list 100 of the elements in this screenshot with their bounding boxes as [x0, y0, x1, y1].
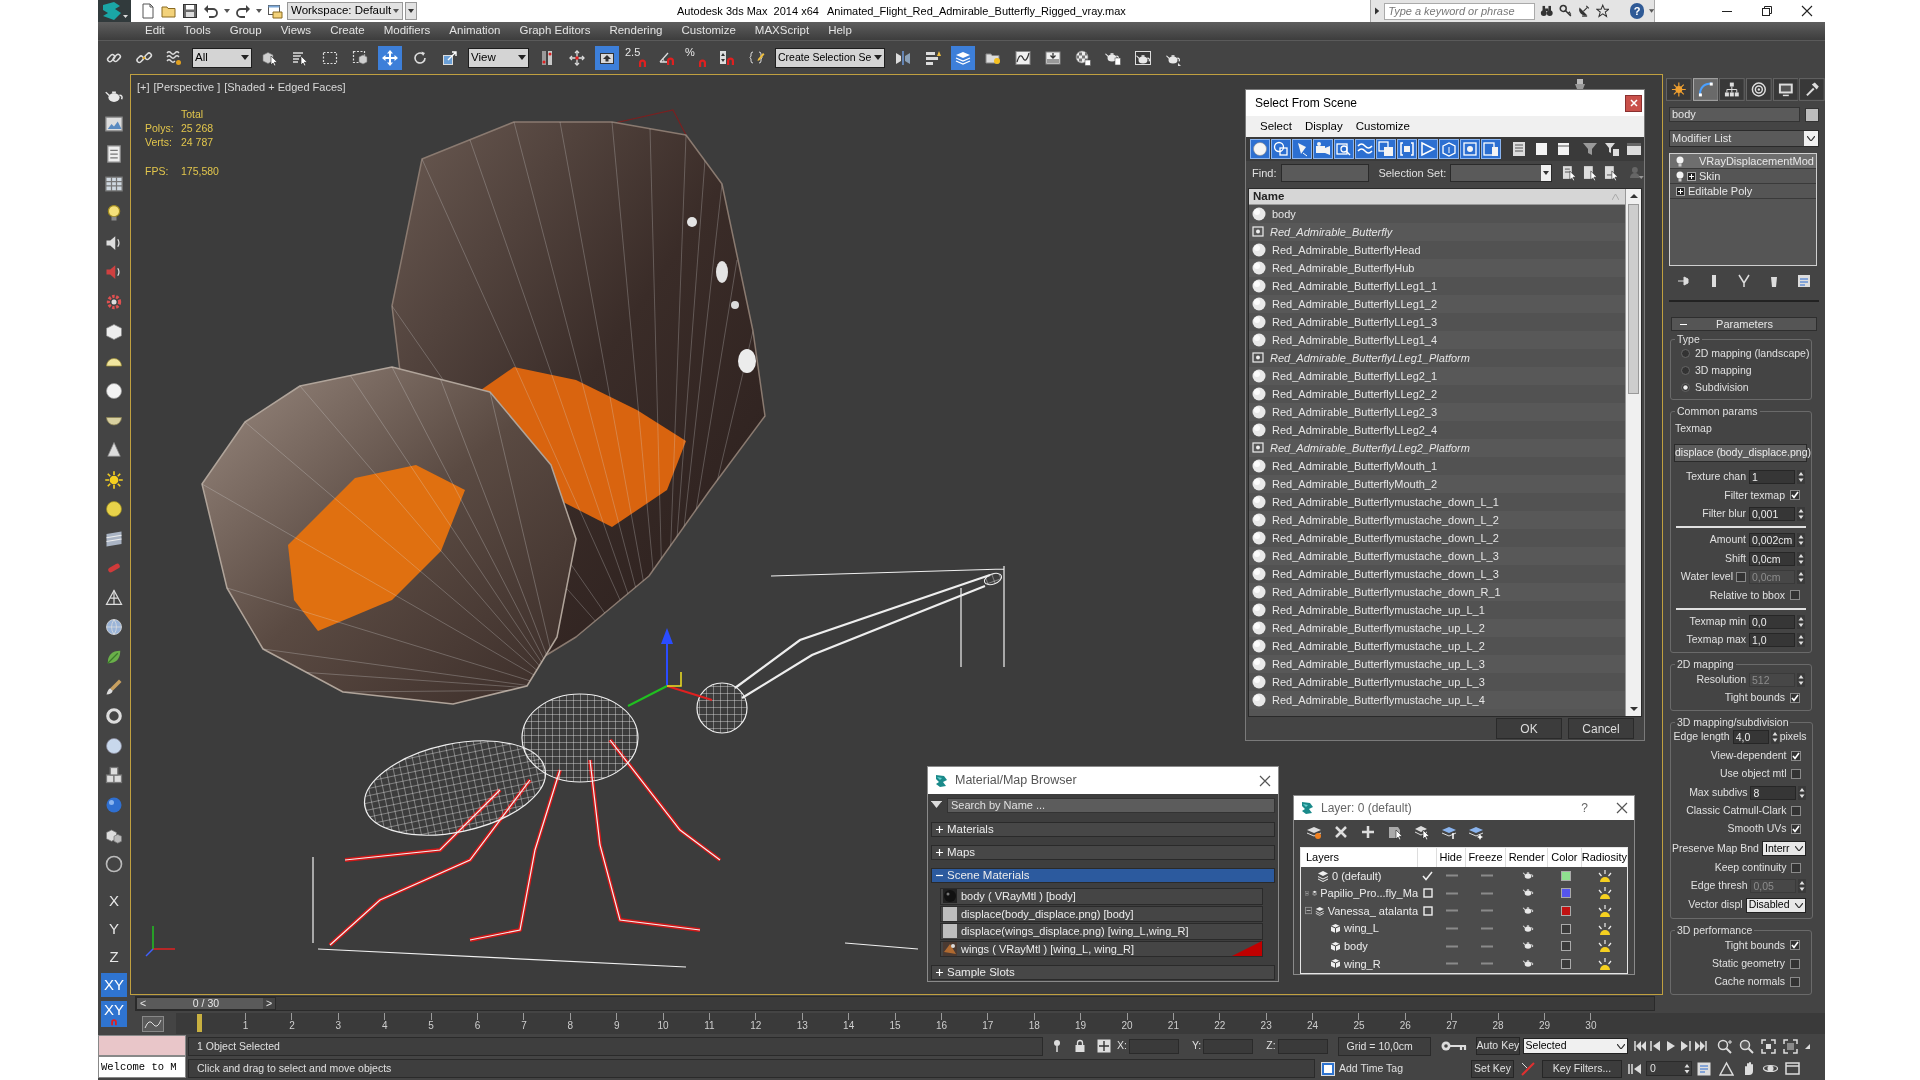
minus-box-icon[interactable] — [1305, 906, 1313, 916]
hierarchy-icon[interactable] — [1719, 78, 1745, 101]
grid-window-icon[interactable] — [104, 173, 124, 194]
restore-icon[interactable] — [1761, 5, 1773, 17]
nested-square-icon[interactable] — [1321, 1061, 1335, 1076]
light-bulb-icon[interactable] — [1676, 155, 1684, 167]
dash-icon[interactable] — [1445, 927, 1458, 931]
spinner-arrows-icon[interactable] — [1797, 533, 1805, 548]
app-logo-icon[interactable] — [98, 0, 131, 22]
spinner-arrows-icon[interactable] — [1797, 470, 1805, 485]
caret-icon[interactable] — [1375, 7, 1380, 15]
spinner-arrows-icon[interactable] — [1798, 879, 1807, 894]
hexagon-outline-icon[interactable] — [1439, 139, 1459, 159]
modifier-stack-item[interactable]: Editable Poly — [1670, 184, 1816, 199]
page-cursor-icon[interactable] — [1602, 165, 1619, 181]
axis-constraint-button[interactable]: Y — [101, 917, 127, 942]
material-item[interactable]: displace(wings_displace.png) [wing_L,wing_R] — [940, 923, 1263, 940]
skip-to-end-icon[interactable] — [1693, 1040, 1707, 1052]
padlock-icon[interactable] — [1074, 1039, 1086, 1053]
script-input-field[interactable] — [98, 1035, 186, 1056]
sphere-icon[interactable] — [104, 380, 124, 401]
lamp-rays-icon[interactable] — [1597, 939, 1613, 954]
axis-constraint-button[interactable]: X — [101, 889, 127, 914]
checkbox[interactable] — [1790, 490, 1800, 501]
dash-icon[interactable] — [1480, 891, 1493, 895]
color-swatch[interactable] — [1561, 870, 1571, 881]
layer-sparkle-icon[interactable] — [1468, 824, 1484, 840]
modifier-list-dropdown[interactable]: Modifier List — [1669, 130, 1819, 147]
close-button[interactable] — [1625, 94, 1642, 112]
pin-icon[interactable] — [1051, 1039, 1063, 1053]
dash-icon[interactable] — [1480, 874, 1493, 878]
skip-to-start-icon[interactable] — [1633, 1040, 1647, 1052]
menu-item[interactable]: Views — [280, 22, 312, 40]
plus-box-icon[interactable] — [1687, 171, 1696, 181]
dropdown[interactable]: Disabled — [1745, 897, 1807, 913]
color-swatch[interactable] — [1561, 958, 1571, 969]
bracket-square-icon[interactable] — [1397, 139, 1417, 159]
frame-corners-icon[interactable] — [1782, 1038, 1798, 1054]
menu-item[interactable]: Customize — [1355, 117, 1410, 136]
color-swatch[interactable] — [1561, 888, 1571, 899]
layer-name[interactable]: Papilio_Pro...fly_Ma — [1320, 885, 1418, 902]
axis-constraint-button[interactable]: XY — [101, 973, 127, 998]
lamp-rays-icon[interactable] — [1597, 868, 1613, 883]
light-bulb-icon[interactable] — [1676, 170, 1684, 182]
circle-icon[interactable] — [104, 854, 124, 875]
list-window-icon[interactable] — [1697, 1061, 1711, 1076]
frame-corners-icon[interactable] — [1760, 1038, 1776, 1054]
checkbox[interactable] — [1790, 590, 1800, 601]
dash-icon[interactable] — [1445, 874, 1458, 878]
cone-icon[interactable] — [104, 439, 124, 460]
set-key-button[interactable]: Set Key — [1471, 1059, 1514, 1078]
list-lines-icon[interactable] — [1511, 141, 1527, 157]
curve-graph-icon[interactable] — [142, 1015, 164, 1032]
next-frame-button[interactable]: > — [263, 998, 275, 1009]
step-back-icon[interactable] — [1648, 1040, 1662, 1052]
current-frame-field[interactable]: 0 — [1646, 1061, 1692, 1076]
snap-toggle-button[interactable]: % — [685, 45, 709, 70]
help-button[interactable]: ? — [1630, 3, 1644, 19]
column-header[interactable]: Color — [1547, 848, 1581, 867]
square-page-icon[interactable] — [1481, 139, 1501, 159]
menu-item[interactable]: Tools — [183, 22, 211, 40]
number-field[interactable]: 1 — [1749, 470, 1795, 485]
modifier-stack-item[interactable]: VRayDisplacementMod — [1670, 154, 1816, 169]
number-field[interactable]: 8 — [1750, 785, 1797, 800]
teapot-icon[interactable] — [1522, 906, 1534, 916]
four-arrows-icon[interactable] — [378, 45, 402, 70]
close-icon[interactable] — [1801, 5, 1813, 17]
window-list-icon[interactable] — [1797, 274, 1811, 288]
viewport-menu-label[interactable]: [Perspective ] — [153, 79, 221, 96]
search-field[interactable]: Search by Name ... — [947, 797, 1275, 813]
number-field[interactable]: 1,0 — [1749, 633, 1795, 648]
checkbox[interactable] — [1790, 977, 1800, 988]
undo-arrow-icon[interactable] — [203, 3, 219, 19]
caret-icon[interactable] — [256, 9, 262, 13]
material-item[interactable]: body ( VRayMtl ) [body] — [940, 888, 1263, 905]
camera-icon[interactable] — [1313, 139, 1333, 159]
spinner-arrows-icon[interactable] — [1770, 730, 1779, 745]
document-list-icon[interactable] — [104, 144, 124, 164]
column-header[interactable]: Render — [1505, 848, 1547, 867]
caret-icon[interactable] — [224, 9, 230, 13]
spinner-arrows-icon[interactable] — [1797, 506, 1805, 521]
checkbox[interactable] — [1791, 805, 1802, 816]
funnel-list-icon[interactable] — [1604, 141, 1620, 157]
folder-icon[interactable] — [161, 3, 177, 19]
column-header[interactable]: Layers — [1301, 848, 1418, 867]
teapot-icon[interactable] — [1522, 958, 1534, 969]
blank-square-icon[interactable] — [1555, 141, 1571, 157]
column-header[interactable]: Name — [1249, 189, 1625, 205]
fork-icon[interactable] — [1737, 274, 1751, 288]
x-mark-icon[interactable] — [1333, 824, 1349, 840]
menu-item[interactable]: Modifiers — [383, 22, 431, 40]
menu-item[interactable]: Select — [1260, 117, 1292, 136]
lamp-rays-icon[interactable] — [1597, 904, 1613, 918]
redo-arrow-icon[interactable] — [235, 3, 251, 19]
sphere-icon[interactable] — [104, 499, 124, 520]
stacked-squares-icon[interactable] — [1376, 139, 1396, 159]
window-icon[interactable] — [1785, 1061, 1800, 1076]
layer-name[interactable]: 0 (default) — [1332, 867, 1382, 885]
group-header[interactable]: Materials — [931, 822, 1275, 837]
checkbox[interactable] — [1790, 940, 1800, 951]
